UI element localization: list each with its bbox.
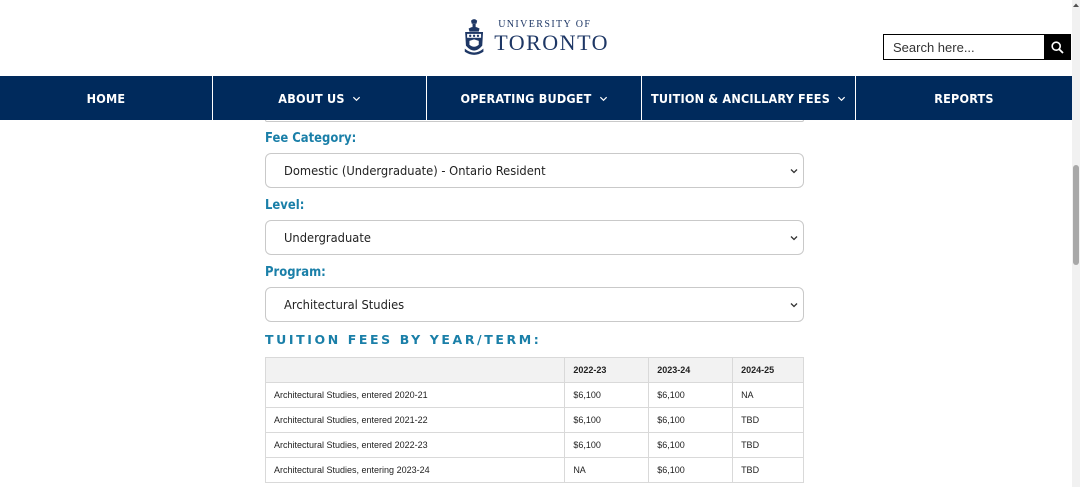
table-cell: Architectural Studies, entering 2023-24 xyxy=(264,457,566,483)
fee-category-label: Fee Category: xyxy=(265,130,357,146)
tuition-fees-table: 2022-23 2023-24 2024-25 Architectural St… xyxy=(264,357,804,483)
column-header: 2022-23 xyxy=(564,357,650,383)
table-cell: $6,100 xyxy=(648,432,734,458)
logo-big-text: TORONTO xyxy=(494,30,609,55)
table-cell: $6,100 xyxy=(648,407,734,433)
search-input[interactable] xyxy=(883,34,1044,60)
nav-label: TUITION & ANCILLARY FEES xyxy=(650,90,830,106)
chevron-down-icon xyxy=(352,96,360,101)
nav-label: OPERATING BUDGET xyxy=(460,90,592,106)
level-select[interactable]: Undergraduate xyxy=(265,220,804,255)
chevron-down-icon xyxy=(837,96,846,101)
table-row: Architectural Studies, entered 2022-23 $… xyxy=(264,432,804,458)
table-cell: TBD xyxy=(732,407,804,433)
scrollbar-thumb[interactable] xyxy=(1073,165,1079,265)
previous-select-edge xyxy=(265,120,804,122)
site-header: UNIVERSITY OF TORONTO xyxy=(0,0,1072,76)
search-box xyxy=(883,34,1071,60)
column-header: 2023-24 xyxy=(648,357,734,383)
nav-item-about-us[interactable]: ABOUT US xyxy=(213,76,427,120)
fee-category-value: Domestic (Undergraduate) - Ontario Resid… xyxy=(284,163,546,178)
tuition-fees-title: TUITION FEES BY YEAR/TERM: xyxy=(265,332,542,347)
main-nav: HOME ABOUT US OPERATING BUDGET TUITION &… xyxy=(0,76,1072,120)
table-cell: $6,100 xyxy=(648,382,734,408)
table-cell: $6,100 xyxy=(648,457,734,483)
table-cell: NA xyxy=(732,382,804,408)
table-cell: $6,100 xyxy=(564,407,650,433)
table-row: Architectural Studies, entered 2020-21 $… xyxy=(264,382,804,408)
nav-item-tuition-fees[interactable]: TUITION & ANCILLARY FEES xyxy=(642,76,856,120)
nav-label: REPORTS xyxy=(934,90,994,106)
nav-item-reports[interactable]: REPORTS xyxy=(856,76,1072,120)
university-logo[interactable]: UNIVERSITY OF TORONTO xyxy=(464,10,609,64)
nav-label: ABOUT US xyxy=(278,90,345,106)
table-cell: Architectural Studies, entered 2022-23 xyxy=(264,432,566,458)
table-cell: TBD xyxy=(732,457,804,483)
column-header: 2024-25 xyxy=(732,357,804,383)
scroll-up-arrow-icon[interactable] xyxy=(1072,2,1080,8)
page-scrollbar[interactable] xyxy=(1072,0,1080,487)
table-header-row: 2022-23 2023-24 2024-25 xyxy=(264,357,804,383)
fee-category-select[interactable]: Domestic (Undergraduate) - Ontario Resid… xyxy=(265,153,804,188)
page: UNIVERSITY OF TORONTO HOME ABOUT US OPER… xyxy=(0,0,1080,487)
table-cell: NA xyxy=(564,457,650,483)
table-row: Architectural Studies, entered 2021-22 $… xyxy=(264,407,804,433)
chevron-down-icon xyxy=(790,236,798,241)
chevron-down-icon xyxy=(599,96,607,101)
table-cell: $6,100 xyxy=(564,432,650,458)
nav-item-home[interactable]: HOME xyxy=(0,76,213,120)
table-row: Architectural Studies, entering 2023-24 … xyxy=(264,457,804,483)
table-cell: TBD xyxy=(732,432,804,458)
nav-label: HOME xyxy=(86,90,126,106)
nav-item-operating-budget[interactable]: OPERATING BUDGET xyxy=(427,76,642,120)
level-label: Level: xyxy=(265,197,305,213)
table-cell: Architectural Studies, entered 2020-21 xyxy=(264,382,566,408)
chevron-down-icon xyxy=(790,303,798,308)
table-cell: Architectural Studies, entered 2021-22 xyxy=(264,407,566,433)
program-select[interactable]: Architectural Studies xyxy=(265,287,804,322)
crest-icon xyxy=(464,19,484,55)
column-header xyxy=(264,357,566,383)
chevron-down-icon xyxy=(790,169,798,174)
program-label: Program: xyxy=(265,264,326,280)
search-icon xyxy=(1051,40,1064,54)
table-cell: $6,100 xyxy=(564,382,650,408)
program-value: Architectural Studies xyxy=(284,297,405,312)
level-value: Undergraduate xyxy=(284,230,371,245)
search-button[interactable] xyxy=(1044,34,1071,60)
